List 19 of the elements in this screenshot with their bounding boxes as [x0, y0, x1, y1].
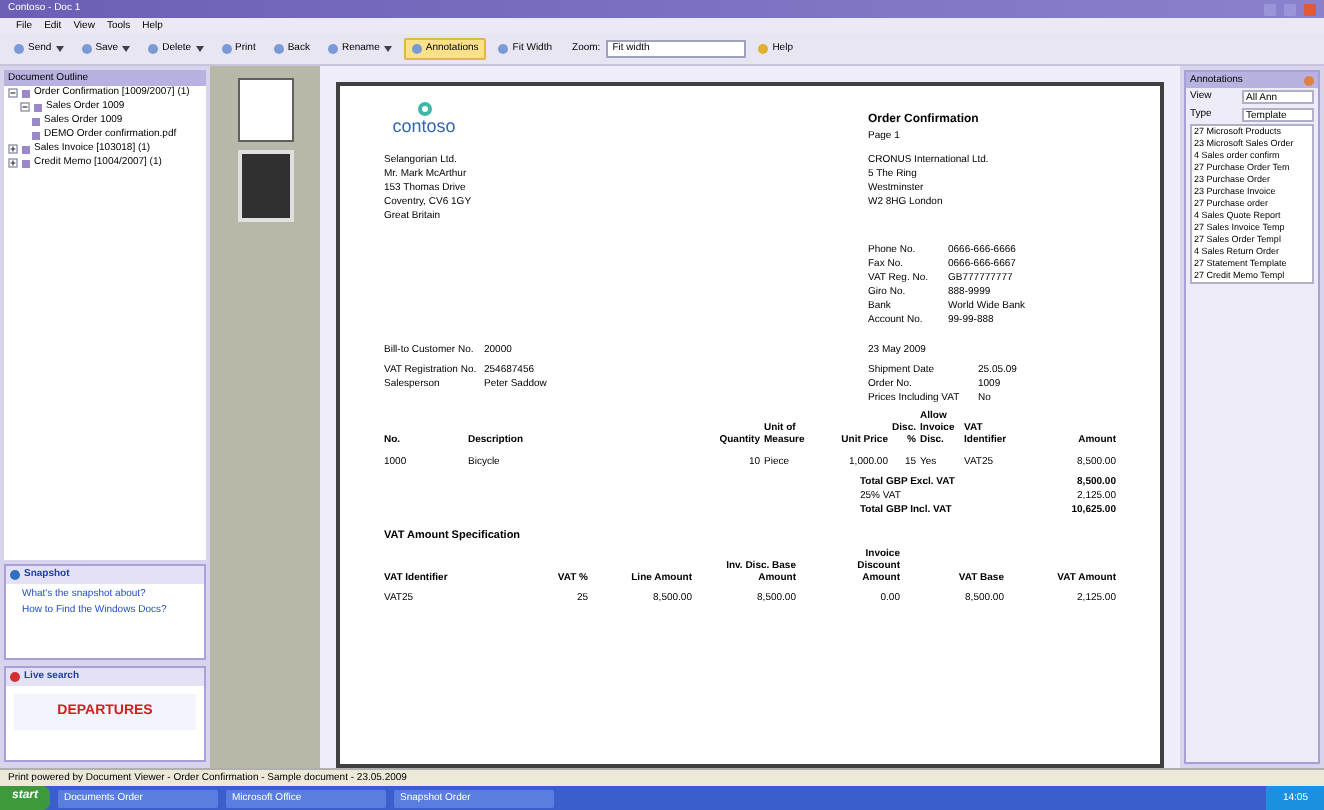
page-thumbnail[interactable] — [237, 78, 293, 142]
help-icon — [758, 44, 769, 54]
company-logo: contoso — [384, 102, 464, 139]
toolbar-icon — [411, 44, 422, 54]
toolbar-icon — [498, 44, 509, 54]
toolbar-icon — [148, 44, 159, 54]
toolbar-icon — [221, 44, 232, 54]
caret-icon — [55, 46, 64, 52]
caret-icon — [122, 46, 131, 52]
toolbar-icon — [273, 44, 284, 54]
expand-icon[interactable] — [8, 144, 18, 154]
collapse-icon[interactable] — [20, 102, 30, 112]
caret-icon — [383, 46, 392, 52]
expand-icon[interactable] — [8, 158, 18, 168]
caret-icon — [195, 46, 204, 52]
collapse-icon[interactable] — [8, 88, 18, 98]
toolbar-icon — [14, 44, 24, 54]
toolbar-icon — [81, 44, 92, 54]
toolbar-icon — [327, 44, 338, 54]
